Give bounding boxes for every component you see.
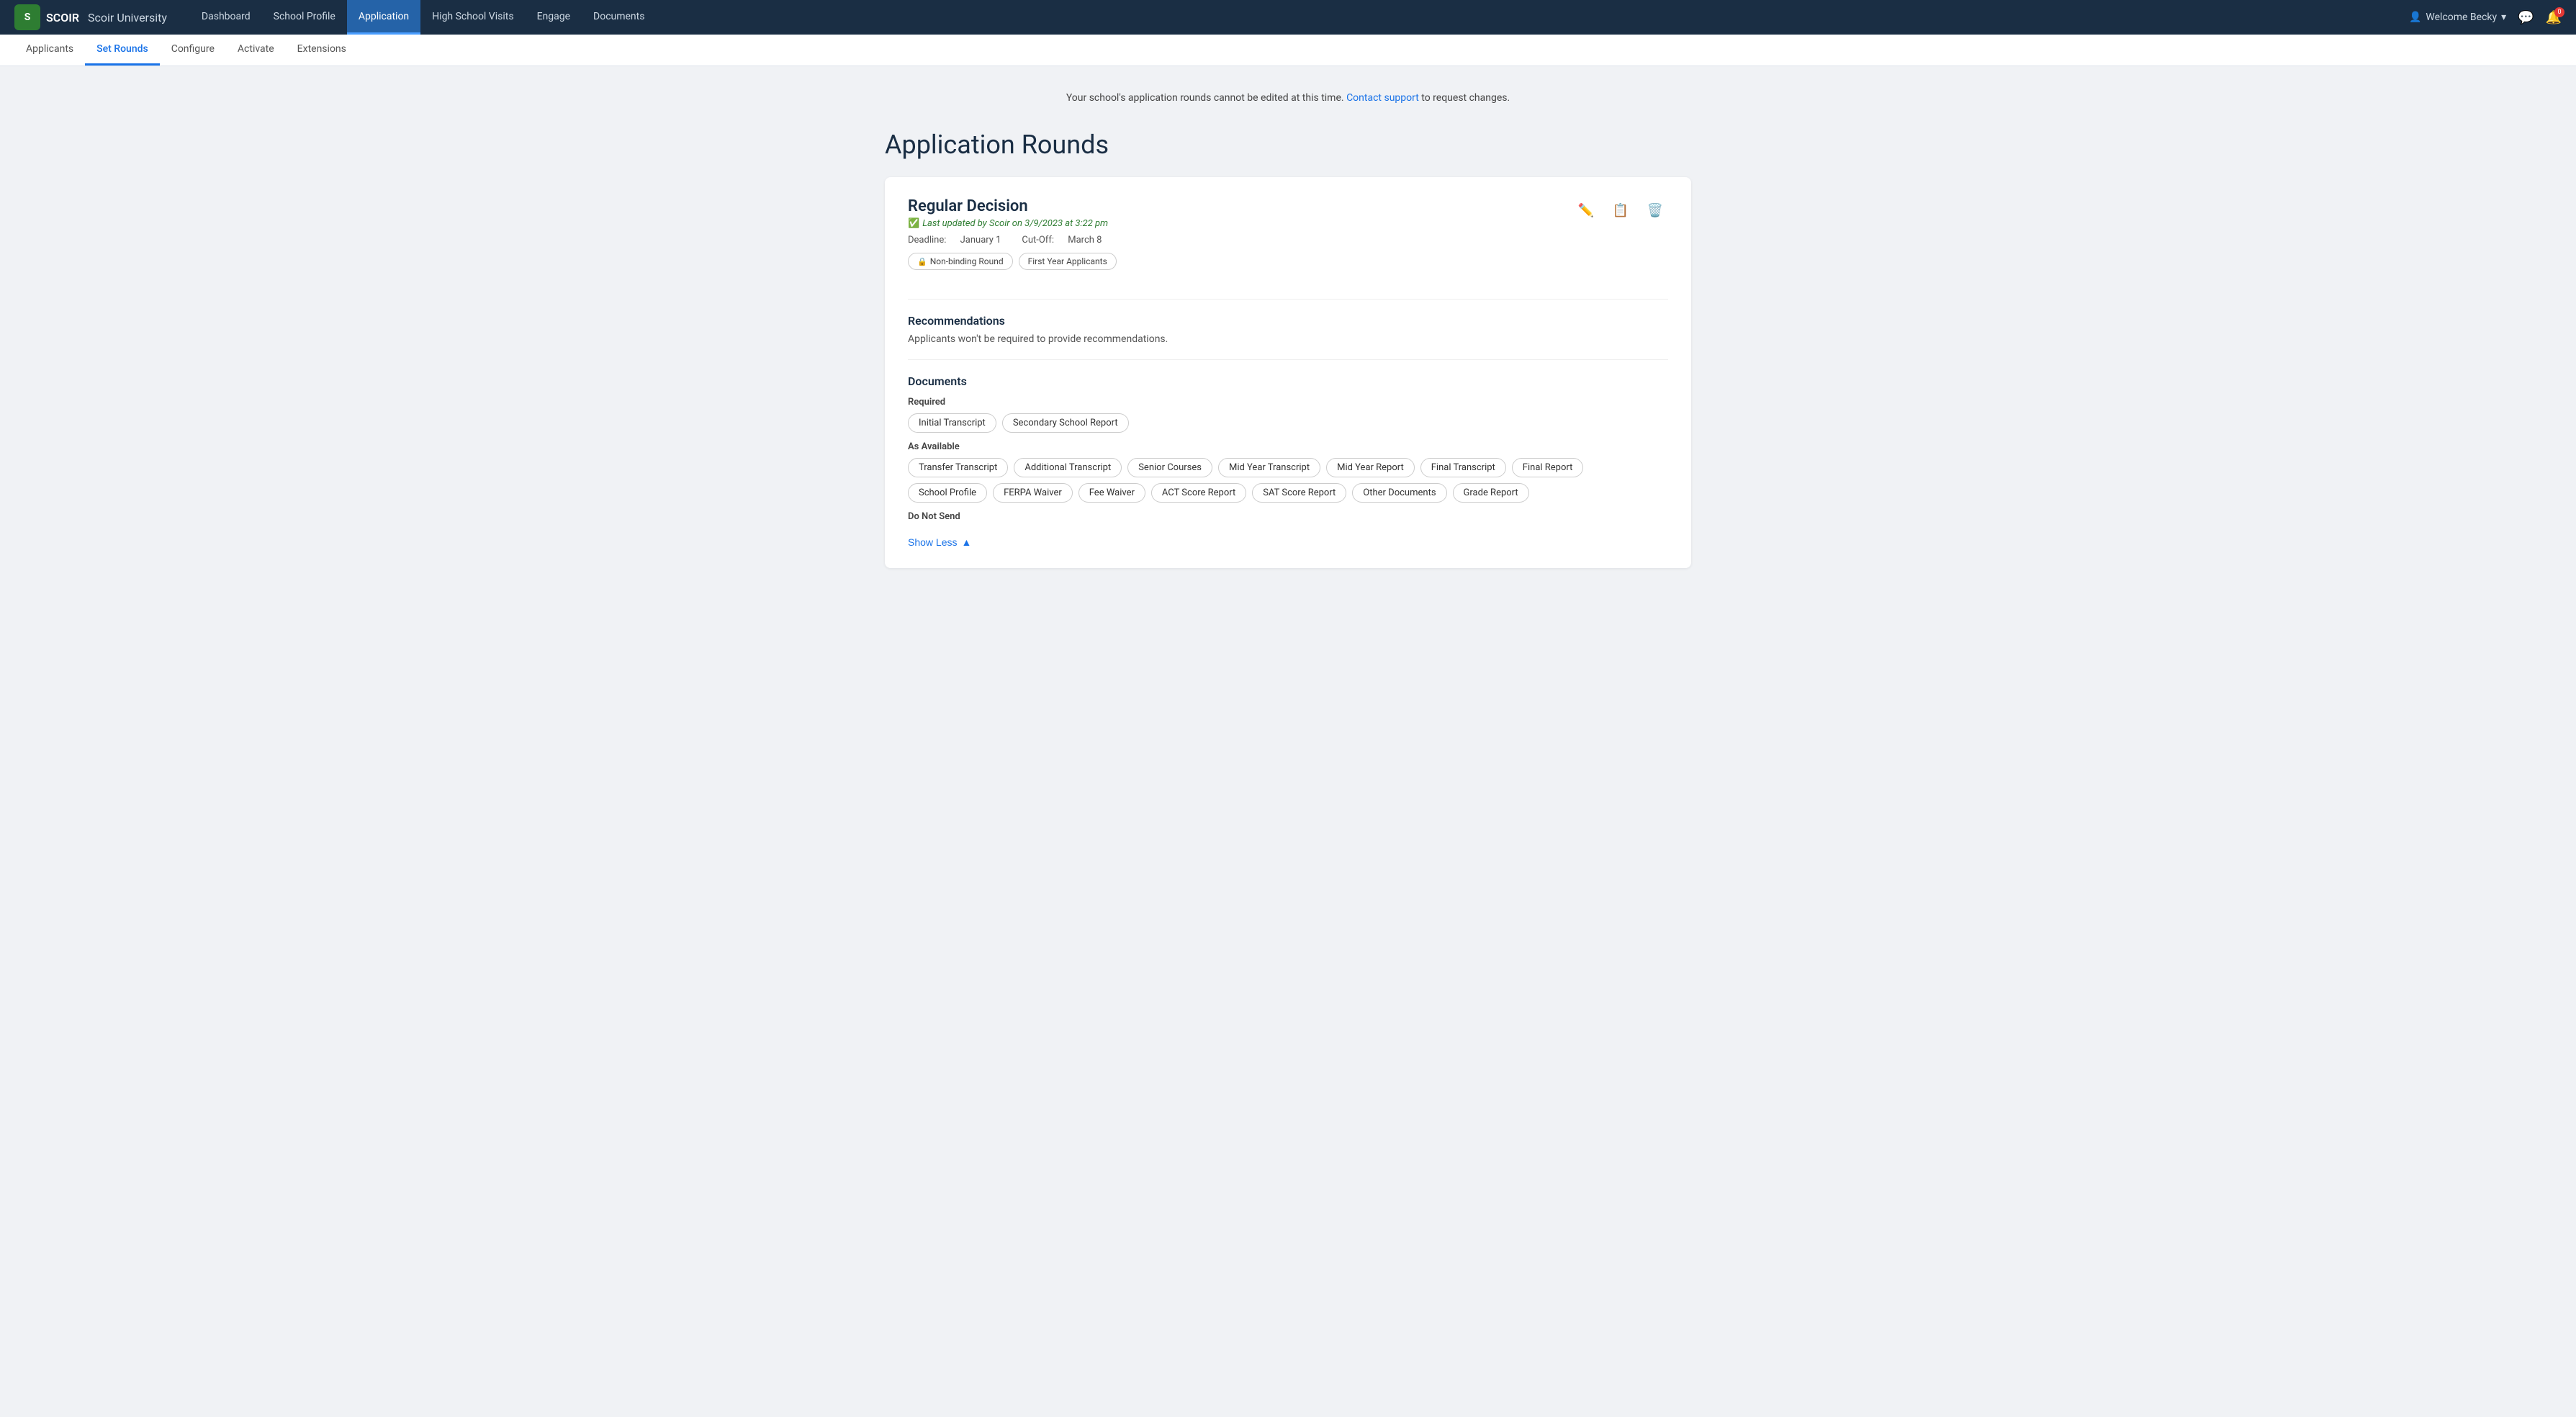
chevron-up-icon: ▲ [961,536,971,548]
top-nav: Dashboard School Profile Application Hig… [190,0,657,35]
top-bar-left: S SCOIR Scoir University Dashboard Schoo… [14,0,656,35]
recommendations-text: Applicants won't be required to provide … [908,333,1668,345]
doc-grade-report: Grade Report [1453,483,1529,503]
tag-non-binding-label: Non-binding Round [930,256,1004,266]
doc-sat-score-report: SAT Score Report [1252,483,1346,503]
doc-secondary-school-report: Secondary School Report [1002,413,1129,433]
show-less-button[interactable]: Show Less ▲ [908,536,971,548]
banner-text-before: Your school's application rounds cannot … [1066,92,1344,104]
lock-icon: 🔒 [917,257,927,266]
card-meta: Deadline: January 1 Cut-Off: March 8 [908,235,1117,246]
subnav-applicants[interactable]: Applicants [14,35,85,66]
doc-other-documents: Other Documents [1352,483,1446,503]
nav-item-application[interactable]: Application [347,0,420,35]
welcome-text: Welcome Becky [2426,12,2497,23]
documents-title: Documents [908,374,1668,388]
doc-additional-transcript: Additional Transcript [1014,458,1122,477]
doc-senior-courses: Senior Courses [1127,458,1212,477]
deadline-value: January 1 [960,235,1001,246]
show-less-label: Show Less [908,536,957,548]
do-not-send-label: Do Not Send [908,511,1668,522]
doc-mid-year-report: Mid Year Report [1326,458,1415,477]
logo-text: SCOIR [46,11,79,24]
nav-item-dashboard[interactable]: Dashboard [190,0,262,35]
copy-button[interactable]: 📋 [1608,197,1634,223]
notification-badge: 0 [2554,7,2564,17]
card-header: Regular Decision ✅ Last updated by Scoir… [908,197,1668,284]
round-title: Regular Decision [908,197,1117,215]
doc-ferpa-waiver: FERPA Waiver [993,483,1073,503]
as-available-docs: Transfer Transcript Additional Transcrip… [908,458,1668,503]
card-actions: ✏️ 📋 🗑️ [1573,197,1668,223]
card-title-section: Regular Decision ✅ Last updated by Scoir… [908,197,1117,284]
chevron-down-icon: ▾ [2501,12,2506,23]
doc-final-transcript: Final Transcript [1420,458,1506,477]
check-circle-icon: ✅ [908,218,919,229]
doc-act-score-report: ACT Score Report [1151,483,1246,503]
nav-item-documents[interactable]: Documents [582,0,656,35]
user-icon: 👤 [2409,12,2421,23]
info-banner: Your school's application rounds cannot … [885,81,1691,115]
required-label: Required [908,397,1668,408]
subnav-set-rounds[interactable]: Set Rounds [85,35,160,66]
doc-transfer-transcript: Transfer Transcript [908,458,1008,477]
page-title: Application Rounds [885,130,1691,160]
nav-item-school-profile[interactable]: School Profile [262,0,347,35]
delete-button[interactable]: 🗑️ [1642,197,1668,223]
logo-icon: S [14,4,40,30]
sub-nav: Applicants Set Rounds Configure Activate… [0,35,2576,66]
cutoff-value: March 8 [1068,235,1102,246]
last-updated: ✅ Last updated by Scoir on 3/9/2023 at 3… [908,218,1117,229]
tag-first-year: First Year Applicants [1019,253,1117,270]
doc-mid-year-transcript: Mid Year Transcript [1218,458,1320,477]
divider-1 [908,299,1668,300]
deadline-label: Deadline: [908,235,946,246]
edit-button[interactable]: ✏️ [1573,197,1599,223]
subnav-activate[interactable]: Activate [226,35,286,66]
welcome-button[interactable]: 👤 Welcome Becky ▾ [2409,12,2506,23]
subnav-extensions[interactable]: Extensions [286,35,358,66]
tag-non-binding: 🔒 Non-binding Round [908,253,1013,270]
divider-2 [908,359,1668,360]
last-updated-text: Last updated by Scoir on 3/9/2023 at 3:2… [922,218,1108,229]
banner-text-after: to request changes. [1421,92,1510,104]
as-available-label: As Available [908,441,1668,452]
round-tags: 🔒 Non-binding Round First Year Applicant… [908,253,1117,270]
doc-initial-transcript: Initial Transcript [908,413,996,433]
doc-final-report: Final Report [1512,458,1584,477]
nav-item-high-school-visits[interactable]: High School Visits [420,0,525,35]
notifications-button[interactable]: 🔔 0 [2546,10,2562,25]
cutoff-label: Cut-Off: [1022,235,1054,246]
required-docs: Initial Transcript Secondary School Repo… [908,413,1668,433]
nav-item-engage[interactable]: Engage [526,0,582,35]
recommendations-title: Recommendations [908,314,1668,328]
tag-first-year-label: First Year Applicants [1028,256,1107,266]
top-bar: S SCOIR Scoir University Dashboard Schoo… [0,0,2576,35]
doc-fee-waiver: Fee Waiver [1078,483,1145,503]
main-content: Your school's application rounds cannot … [856,66,1720,582]
logo: S SCOIR [14,4,79,30]
round-card: Regular Decision ✅ Last updated by Scoir… [885,177,1691,568]
contact-support-link[interactable]: Contact support [1346,92,1419,104]
doc-school-profile: School Profile [908,483,987,503]
subnav-configure[interactable]: Configure [160,35,226,66]
university-name: Scoir University [88,11,167,24]
top-bar-right: 👤 Welcome Becky ▾ 💬 🔔 0 [2409,10,2562,25]
messages-button[interactable]: 💬 [2518,10,2534,25]
